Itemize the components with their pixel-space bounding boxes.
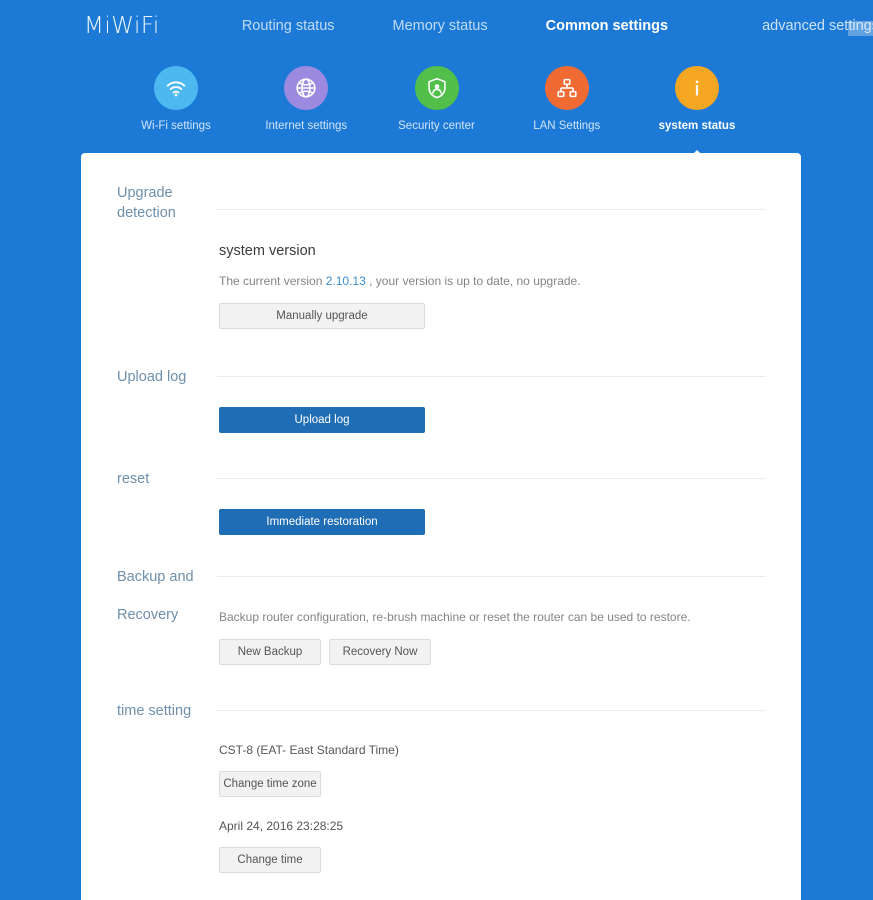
- section-divider: [217, 576, 765, 577]
- section-title: Upload log: [117, 367, 217, 387]
- shield-icon: [415, 66, 459, 110]
- nav-link-routing-status[interactable]: Routing status: [242, 18, 335, 34]
- desc-suffix: , your version is up to date, no upgrade…: [366, 274, 581, 288]
- tab-label: LAN Settings: [533, 120, 600, 132]
- system-version-heading: system version: [219, 243, 765, 259]
- upgrade-content: system version The current version 2.10.…: [117, 243, 765, 329]
- primary-nav: Routing status Memory status Common sett…: [242, 18, 726, 34]
- change-time-zone-button[interactable]: Change time zone: [219, 771, 321, 797]
- nav-link-common-settings[interactable]: Common settings: [546, 18, 668, 34]
- section-body: [217, 469, 765, 479]
- desc-prefix: The current version: [219, 274, 326, 288]
- section-title: time setting: [117, 701, 217, 721]
- change-time-button[interactable]: Change time: [219, 847, 321, 873]
- section-backup-recovery-body: Recovery Backup router configuration, re…: [117, 587, 765, 665]
- timezone-value: CST-8 (EAT- East Standard Time): [219, 743, 765, 757]
- section-divider: [217, 209, 765, 210]
- section-title: reset: [117, 469, 217, 489]
- manually-upgrade-button[interactable]: Manually upgrade: [219, 303, 425, 329]
- tab-wifi-settings[interactable]: Wi-Fi settings: [120, 66, 232, 132]
- upload-log-content: Upload log: [117, 387, 765, 433]
- current-datetime-value: April 24, 2016 23:28:25: [219, 819, 765, 833]
- section-body: [217, 567, 765, 577]
- tab-lan-settings[interactable]: LAN Settings: [511, 66, 623, 132]
- backup-description: Backup router configuration, re-brush ma…: [219, 609, 765, 625]
- tab-label: Internet settings: [265, 120, 347, 132]
- wifi-icon: [154, 66, 198, 110]
- section-backup-recovery: Backup and: [117, 567, 765, 587]
- tab-label: system status: [659, 120, 736, 132]
- recovery-now-button[interactable]: Recovery Now: [329, 639, 431, 665]
- section-title-line1: Backup and: [117, 567, 217, 587]
- section-time-setting: time setting: [117, 701, 765, 721]
- time-setting-content: CST-8 (EAT- East Standard Time) Change t…: [117, 743, 765, 873]
- section-upload-log: Upload log: [117, 367, 765, 387]
- brand-logo: MiWiFi: [84, 13, 160, 39]
- tab-label: Wi-Fi settings: [141, 120, 211, 132]
- info-icon: [675, 66, 719, 110]
- section-body: [217, 701, 765, 711]
- new-backup-button[interactable]: New Backup: [219, 639, 321, 665]
- version-number: 2.10.13: [326, 274, 366, 288]
- section-divider: [217, 478, 765, 479]
- section-divider: [217, 710, 765, 711]
- tab-label: Security center: [398, 120, 475, 132]
- reset-content: Immediate restoration: [117, 489, 765, 535]
- section-upgrade-detection: Upgrade detection: [117, 153, 765, 223]
- top-navigation-bar: MiWiFi Routing status Memory status Comm…: [0, 0, 873, 52]
- tab-system-status[interactable]: system status: [641, 66, 753, 132]
- section-body: [217, 153, 765, 210]
- section-divider: [217, 376, 765, 377]
- section-title-line2: Recovery: [117, 587, 217, 625]
- tab-security-center[interactable]: Security center: [381, 66, 493, 132]
- section-body: Backup router configuration, re-brush ma…: [217, 587, 765, 665]
- tab-internet-settings[interactable]: Internet settings: [250, 66, 362, 132]
- section-title: Upgrade detection: [117, 153, 217, 223]
- section-tab-row: Wi-Fi settings Internet settings: [0, 52, 873, 132]
- section-reset: reset: [117, 469, 765, 489]
- immediate-restoration-button[interactable]: Immediate restoration: [219, 509, 425, 535]
- nav-right-group: advanced settings: [762, 18, 873, 34]
- section-body: [217, 367, 765, 377]
- network-icon: [545, 66, 589, 110]
- settings-card: Upgrade detection system version The cur…: [81, 153, 801, 900]
- upload-log-button[interactable]: Upload log: [219, 407, 425, 433]
- version-status-text: The current version 2.10.13 , your versi…: [219, 273, 765, 289]
- backup-button-row: New Backup Recovery Now: [219, 639, 765, 665]
- nav-link-memory-status[interactable]: Memory status: [393, 18, 488, 34]
- advanced-settings-dropdown[interactable]: advanced settings: [762, 18, 873, 34]
- globe-icon: [284, 66, 328, 110]
- redacted-overlay: [848, 21, 873, 36]
